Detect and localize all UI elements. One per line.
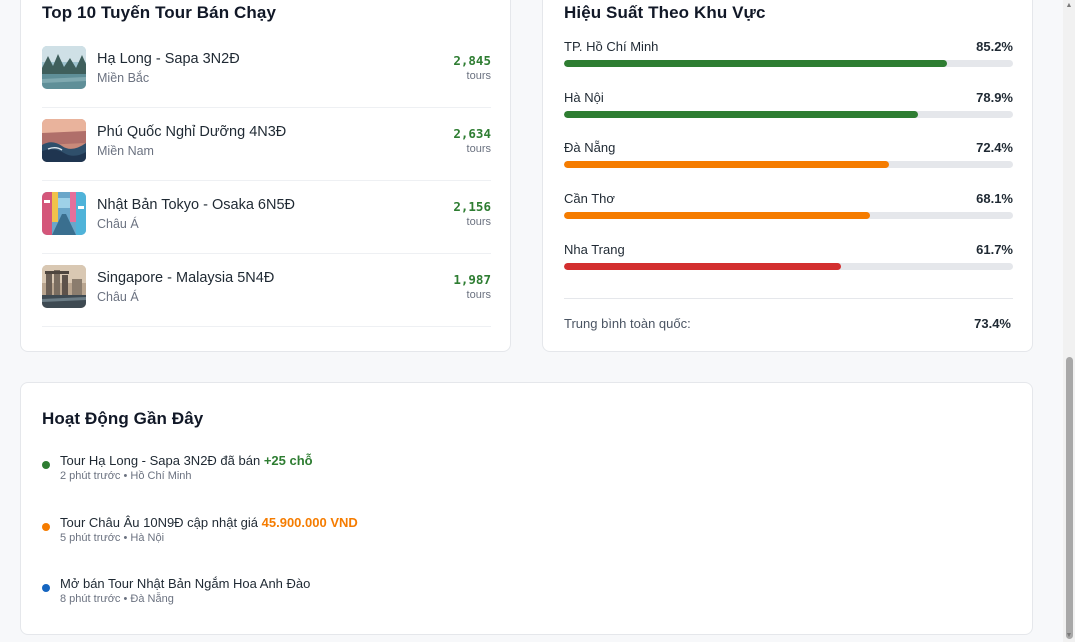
region-progress-fill xyxy=(564,262,842,270)
tour-name: Hạ Long - Sapa 3N2Đ xyxy=(97,51,240,67)
tour-list-item[interactable]: Hạ Long - Sapa 3N2Đ Miền Bắc 2,845 tours xyxy=(42,35,491,108)
tour-name: Phú Quốc Nghỉ Dưỡng 4N3Đ xyxy=(97,124,287,140)
tour-list-item[interactable]: Nhật Bản Tokyo - Osaka 6N5Đ Châu Á 2,156… xyxy=(42,181,491,254)
region-performance-title: Hiệu Suất Theo Khu Vực xyxy=(564,3,766,22)
region-name: Nha Trang xyxy=(564,241,625,257)
tokyo-street-photo xyxy=(42,192,86,235)
region-performance-card: Hiệu Suất Theo Khu Vực TP. Hồ Chí Minh 85… xyxy=(542,0,1033,352)
tour-list-item[interactable]: Phú Quốc Nghỉ Dưỡng 4N3Đ Miền Nam 2,634 … xyxy=(42,108,491,181)
tour-region: Miền Nam xyxy=(97,144,154,158)
activity-description: Tour Châu Âu 10N9Đ cập nhật giá xyxy=(60,514,262,530)
region-progress-track xyxy=(564,212,1013,220)
region-row: Nha Trang 61.7% xyxy=(564,242,1013,293)
tour-unit: tours xyxy=(466,70,491,82)
tour-region: Châu Á xyxy=(97,217,139,231)
activity-meta: 8 phút trước • Đà Nẵng xyxy=(60,593,174,605)
scroll-thumb[interactable] xyxy=(1066,357,1073,639)
tour-unit: tours xyxy=(466,143,491,155)
activity-highlight: 45.900.000 VND xyxy=(261,514,358,530)
activity-item[interactable]: Mở bán Tour Nhật Bản Ngắm Hoa Anh Đào 8 p… xyxy=(42,576,1002,638)
region-list: TP. Hồ Chí Minh 85.2% Hà Nội 78.9% Đà Nẵng 72… xyxy=(564,39,1013,292)
activity-text: Tour Châu Âu 10N9Đ cập nhật giá 45.900.0… xyxy=(60,515,358,530)
singapore-skyline-photo xyxy=(42,265,86,308)
region-progress-fill xyxy=(564,60,947,67)
activity-highlight: +25 chỗ xyxy=(263,453,313,468)
tour-list-item[interactable]: Singapore - Malaysia 5N4Đ Châu Á 1,987 t… xyxy=(42,254,491,327)
region-name: TP. Hồ Chí Minh xyxy=(564,39,659,54)
status-dot-icon xyxy=(42,461,50,469)
activity-description: Tour Hạ Long - Sapa 3N2Đ đã bán xyxy=(60,453,264,468)
region-row: Hà Nội 78.9% xyxy=(564,90,1013,141)
tour-name: Nhật Bản Tokyo - Osaka 6N5Đ xyxy=(97,197,295,213)
tour-region: Châu Á xyxy=(97,290,139,304)
status-dot-icon xyxy=(42,584,50,592)
activity-text: Tour Hạ Long - Sapa 3N2Đ đã bán +25 chỗ xyxy=(60,453,313,468)
activity-description: Mở bán Tour Nhật Bản Ngắm Hoa Anh Đào xyxy=(60,576,311,591)
region-name: Hà Nội xyxy=(564,89,604,105)
sunset-wave-photo xyxy=(42,119,86,162)
activity-meta: 2 phút trước • Hồ Chí Minh xyxy=(60,470,192,482)
activity-list: Tour Hạ Long - Sapa 3N2Đ đã bán +25 chỗ 2… xyxy=(42,453,1002,638)
region-percentage: 72.4% xyxy=(976,140,1013,156)
activity-meta: 5 phút trước • Hà Nội xyxy=(60,531,165,544)
tour-unit: tours xyxy=(466,289,491,301)
region-percentage: 78.9% xyxy=(976,89,1013,105)
region-row: Cần Thơ 68.1% xyxy=(564,191,1013,242)
status-dot-icon xyxy=(42,522,50,531)
region-progress-track xyxy=(564,110,1013,118)
top-tours-title: Top 10 Tuyến Tour Bán Chạy xyxy=(42,3,277,22)
activity-item[interactable]: Tour Hạ Long - Sapa 3N2Đ đã bán +25 chỗ 2… xyxy=(42,453,1002,515)
region-progress-fill xyxy=(564,110,919,118)
region-percentage: 85.2% xyxy=(976,39,1013,54)
tour-list: Hạ Long - Sapa 3N2Đ Miền Bắc 2,845 tours… xyxy=(42,35,491,327)
region-name: Cần Thơ xyxy=(564,191,615,207)
divider xyxy=(564,298,1013,299)
national-average-label: Trung bình toàn quốc: xyxy=(564,316,691,331)
tour-count: 1,987 xyxy=(453,272,491,287)
tour-region: Miền Bắc xyxy=(97,71,150,85)
top-tours-card: Top 10 Tuyến Tour Bán Chạy Hạ Long - Sap… xyxy=(20,0,511,352)
scroll-down-arrow-icon[interactable]: ▼ xyxy=(1065,632,1073,640)
region-row: TP. Hồ Chí Minh 85.2% xyxy=(564,39,1013,90)
halong-bay-photo xyxy=(42,46,86,89)
tour-count: 2,634 xyxy=(453,126,491,141)
tour-unit: tours xyxy=(466,216,491,228)
region-percentage: 61.7% xyxy=(976,241,1013,257)
region-progress-fill xyxy=(564,161,890,169)
region-progress-track xyxy=(564,161,1013,169)
recent-activity-card: Hoạt Động Gần Đây Tour Hạ Long - Sapa 3N… xyxy=(20,382,1033,635)
activity-item[interactable]: Tour Châu Âu 10N9Đ cập nhật giá 45.900.0… xyxy=(42,515,1002,577)
page-scrollbar[interactable]: ▲ ▼ xyxy=(1063,0,1075,642)
region-row: Đà Nẵng 72.4% xyxy=(564,140,1013,191)
region-progress-track xyxy=(564,60,1013,67)
region-percentage: 68.1% xyxy=(976,191,1013,207)
scroll-up-arrow-icon[interactable]: ▲ xyxy=(1065,2,1073,10)
tour-count: 2,156 xyxy=(453,199,491,214)
tour-name: Singapore - Malaysia 5N4Đ xyxy=(97,270,275,286)
region-progress-track xyxy=(564,262,1013,270)
tour-count: 2,845 xyxy=(453,53,491,68)
region-progress-fill xyxy=(564,212,870,220)
activity-text: Mở bán Tour Nhật Bản Ngắm Hoa Anh Đào xyxy=(60,576,310,591)
recent-activity-title: Hoạt Động Gần Đây xyxy=(42,409,204,428)
national-average-value: 73.4% xyxy=(974,316,1011,331)
region-name: Đà Nẵng xyxy=(564,140,616,156)
